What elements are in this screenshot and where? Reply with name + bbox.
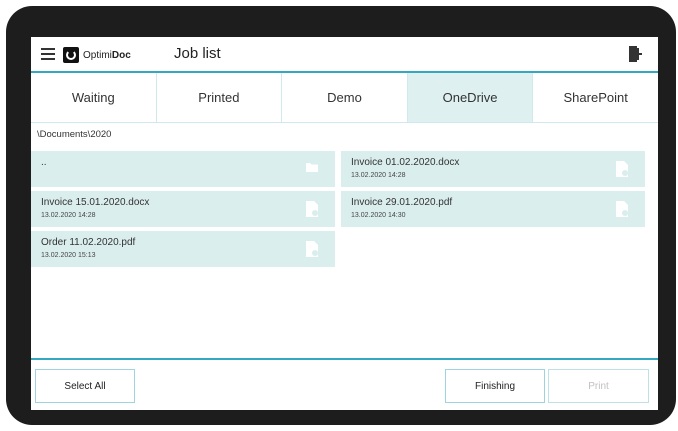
optimidoc-logo: OptimiDoc <box>63 46 131 64</box>
hamburger-menu-icon[interactable] <box>41 48 55 60</box>
action-footer: Select All Finishing Print <box>31 358 658 410</box>
logo-mark-icon <box>63 47 79 63</box>
file-date: 13.02.2020 14:28 <box>41 212 96 219</box>
list-item-file[interactable]: Invoice 15.01.2020.docx 13.02.2020 14:28 <box>31 191 335 227</box>
folder-icon <box>305 160 319 179</box>
breadcrumb: \Documents\2020 <box>37 129 112 140</box>
finishing-button[interactable]: Finishing <box>445 369 545 403</box>
document-icon <box>305 200 319 223</box>
page-title: Job list <box>174 45 221 62</box>
exit-door-icon[interactable] <box>628 45 642 63</box>
file-date: 13.02.2020 14:28 <box>351 172 406 179</box>
list-item-file[interactable]: Invoice 29.01.2020.pdf 13.02.2020 14:30 <box>341 191 645 227</box>
tab-printed[interactable]: Printed <box>156 73 283 122</box>
tab-demo[interactable]: Demo <box>282 73 408 122</box>
logo-text: OptimiDoc <box>83 49 131 61</box>
file-name: .. <box>41 157 47 168</box>
list-item-file[interactable]: Invoice 01.02.2020.docx 13.02.2020 14:28 <box>341 151 645 187</box>
app-header: OptimiDoc Job list <box>31 37 658 73</box>
file-date: 13.02.2020 15:13 <box>41 252 96 259</box>
tab-bar: Waiting Printed Demo OneDrive SharePoint <box>31 73 658 123</box>
document-icon <box>615 160 629 183</box>
file-name: Invoice 01.02.2020.docx <box>351 157 460 168</box>
print-button[interactable]: Print <box>548 369 649 403</box>
select-all-button[interactable]: Select All <box>35 369 135 403</box>
tab-onedrive[interactable]: OneDrive <box>407 73 534 122</box>
app-screen: OptimiDoc Job list Waiting Printed Demo … <box>31 37 658 410</box>
file-date: 13.02.2020 14:30 <box>351 212 406 219</box>
file-name: Invoice 15.01.2020.docx <box>41 197 150 208</box>
tab-sharepoint[interactable]: SharePoint <box>533 73 658 122</box>
tab-waiting[interactable]: Waiting <box>31 73 157 122</box>
document-icon <box>305 240 319 263</box>
document-icon <box>615 200 629 223</box>
list-item-file[interactable]: Order 11.02.2020.pdf 13.02.2020 15:13 <box>31 231 335 267</box>
list-item-parent-folder[interactable]: .. <box>31 151 335 187</box>
file-name: Invoice 29.01.2020.pdf <box>351 197 453 208</box>
file-name: Order 11.02.2020.pdf <box>41 237 136 248</box>
